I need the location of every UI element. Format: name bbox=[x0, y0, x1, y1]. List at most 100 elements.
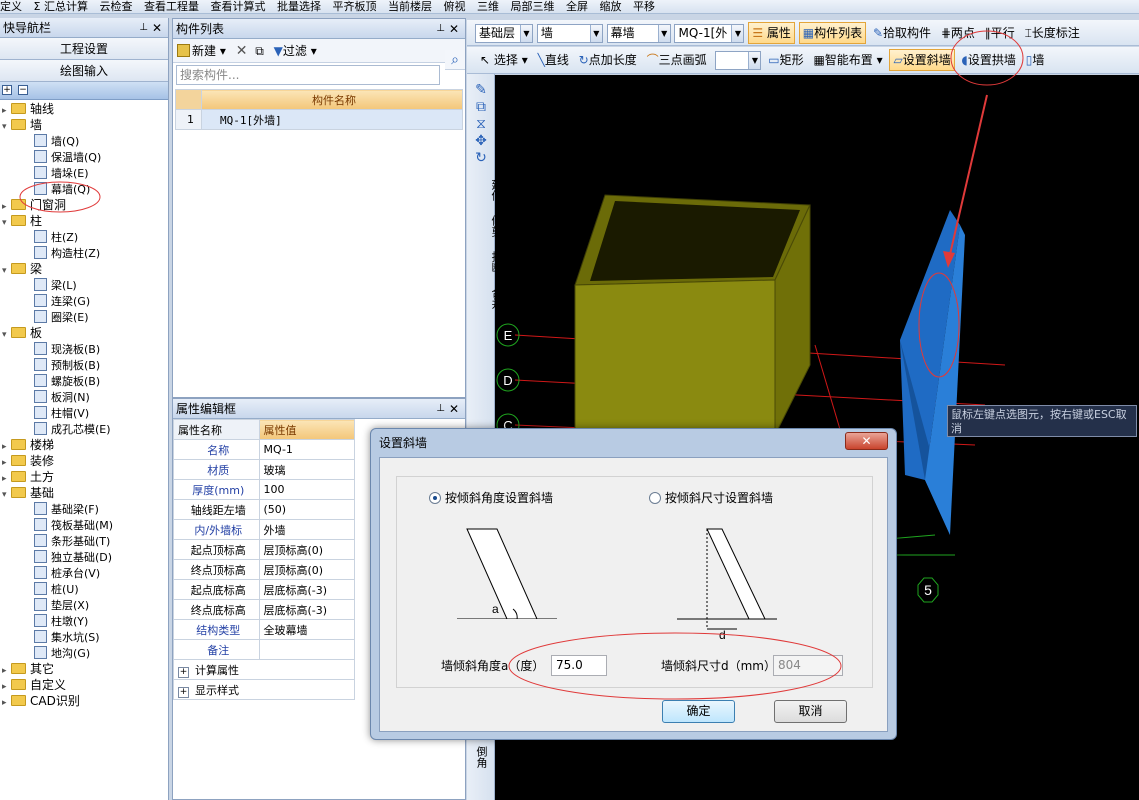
tree-folder[interactable]: ▾ 基础 bbox=[0, 485, 168, 501]
pin-icon[interactable]: ⊥ bbox=[139, 18, 148, 38]
tree-folder[interactable]: ▸ 其它 bbox=[0, 661, 168, 677]
pin-icon[interactable]: ⊥ bbox=[436, 399, 445, 419]
tree-folder[interactable]: ▸ 自定义 bbox=[0, 677, 168, 693]
option-angle[interactable]: 按倾斜角度设置斜墙 bbox=[429, 489, 553, 506]
option-size[interactable]: 按倾斜尺寸设置斜墙 bbox=[649, 489, 773, 506]
three-point-arc-button[interactable]: ⌒三点画弧 bbox=[644, 49, 710, 71]
rectangle-button[interactable]: ▭矩形 bbox=[765, 49, 806, 71]
search-icon[interactable]: ⌕ bbox=[445, 50, 465, 70]
local-3d-button[interactable]: 局部三维 bbox=[510, 1, 554, 13]
tree-item[interactable]: 集水坑(S) bbox=[0, 629, 168, 645]
subtype-select[interactable]: 幕墙 ▼ bbox=[606, 24, 671, 43]
tree-item[interactable]: 桩承台(V) bbox=[0, 565, 168, 581]
arc-mode-select[interactable]: ▼ bbox=[715, 51, 762, 70]
drawing-input-button[interactable]: 绘图输入 bbox=[0, 60, 168, 82]
property-value-cell[interactable]: 全玻幕墙 bbox=[258, 619, 355, 640]
tree-folder[interactable]: ▾ 板 bbox=[0, 325, 168, 341]
property-value-cell[interactable]: (50) bbox=[258, 499, 355, 520]
filter-button[interactable]: ▼过滤 ▾ bbox=[274, 44, 317, 58]
tree-folder[interactable]: ▾ 墙 bbox=[0, 117, 168, 133]
property-row[interactable]: 终点底标高 层底标高(-3) bbox=[173, 599, 355, 620]
line-button[interactable]: ╲直线 bbox=[535, 49, 572, 71]
type-select[interactable]: 墙 ▼ bbox=[536, 24, 603, 43]
tree-folder[interactable]: ▸ 土方 bbox=[0, 469, 168, 485]
pencil-icon[interactable]: ✎ bbox=[467, 83, 495, 97]
new-button[interactable]: 新建 ▾ bbox=[177, 44, 226, 58]
property-value-cell[interactable]: 层顶标高(0) bbox=[258, 559, 355, 580]
radio-size[interactable] bbox=[649, 492, 661, 504]
property-row[interactable]: 轴线距左墙 (50) bbox=[173, 499, 355, 520]
current-floor-button[interactable]: 当前楼层 bbox=[388, 1, 432, 13]
move-icon[interactable]: ✥ bbox=[467, 134, 495, 148]
tree-item[interactable]: 预制板(B) bbox=[0, 357, 168, 373]
project-settings-button[interactable]: 工程设置 bbox=[0, 38, 168, 60]
pan-button[interactable]: 平移 bbox=[633, 1, 655, 13]
wall-more-button[interactable]: ▯墙 bbox=[1023, 49, 1048, 71]
component-name-cell[interactable]: MQ-1[外墙] bbox=[201, 109, 463, 130]
property-value-cell[interactable]: 100 bbox=[258, 479, 355, 500]
set-arch-wall-button[interactable]: ◖设置拱墙 bbox=[959, 49, 1019, 71]
tree-item[interactable]: 圈梁(E) bbox=[0, 309, 168, 325]
tree-item[interactable]: 筏板基础(M) bbox=[0, 517, 168, 533]
two-point-button[interactable]: ⋕两点 bbox=[938, 22, 978, 44]
size-input[interactable]: 804 bbox=[773, 655, 843, 676]
summary-calc-button[interactable]: Σ 汇总计算 bbox=[34, 1, 88, 13]
property-value-cell[interactable]: 层底标高(-3) bbox=[258, 599, 355, 620]
align-slab-top-button[interactable]: 平齐板顶 bbox=[332, 1, 376, 13]
length-dim-button[interactable]: ⌶长度标注 bbox=[1022, 22, 1083, 44]
close-icon[interactable]: ✕ bbox=[449, 399, 459, 419]
tree-item[interactable]: 现浇板(B) bbox=[0, 341, 168, 357]
property-group-row[interactable]: + 显示样式 bbox=[173, 679, 355, 700]
view-quantity-button[interactable]: 查看工程量 bbox=[144, 1, 199, 13]
fullscreen-button[interactable]: 全屏 bbox=[566, 1, 588, 13]
property-row[interactable]: 名称 MQ-1 bbox=[173, 439, 355, 460]
batch-select-button[interactable]: 批量选择 bbox=[277, 1, 321, 13]
copy-icon[interactable]: ⧉ bbox=[255, 44, 264, 58]
property-row[interactable]: 起点底标高 层底标高(-3) bbox=[173, 579, 355, 600]
tree-folder[interactable]: ▾ 梁 bbox=[0, 261, 168, 277]
property-row[interactable]: 结构类型 全玻幕墙 bbox=[173, 619, 355, 640]
view-formula-button[interactable]: 查看计算式 bbox=[210, 1, 265, 13]
zoom-button[interactable]: 缩放 bbox=[599, 1, 621, 13]
tree-folder[interactable]: ▸ CAD识别 bbox=[0, 693, 168, 709]
property-value-cell[interactable]: MQ-1 bbox=[258, 439, 355, 460]
property-row[interactable]: 备注 bbox=[173, 639, 355, 660]
tree-item[interactable]: 幕墙(Q) bbox=[0, 181, 168, 197]
select-button[interactable]: ↖ 选择 ▾ bbox=[477, 49, 531, 71]
property-row[interactable]: 内/外墙标 外墙 bbox=[173, 519, 355, 540]
property-value-cell[interactable]: 层底标高(-3) bbox=[258, 579, 355, 600]
ok-button[interactable]: 确定 bbox=[662, 700, 735, 723]
floor-select[interactable]: 基础层 ▼ bbox=[475, 24, 533, 43]
tree-item[interactable]: 条形基础(T) bbox=[0, 533, 168, 549]
smart-layout-button[interactable]: ▦智能布置 ▾ bbox=[810, 49, 885, 71]
component-list-button[interactable]: ▦构件列表 bbox=[798, 22, 867, 44]
tree-item[interactable]: 螺旋板(B) bbox=[0, 373, 168, 389]
property-value-cell[interactable]: 外墙 bbox=[258, 519, 355, 540]
tree-item[interactable]: 保温墙(Q) bbox=[0, 149, 168, 165]
properties-button[interactable]: ☰ 属性 bbox=[748, 22, 795, 44]
property-row[interactable]: 起点顶标高 层顶标高(0) bbox=[173, 539, 355, 560]
close-icon[interactable]: ✕ bbox=[152, 18, 162, 38]
tree-item[interactable]: 连梁(G) bbox=[0, 293, 168, 309]
pick-component-button[interactable]: ✎拾取构件 bbox=[870, 22, 934, 44]
tree-item[interactable]: 垫层(X) bbox=[0, 597, 168, 613]
expand-icon[interactable]: + bbox=[178, 666, 189, 678]
mirror-icon[interactable]: ⧖ bbox=[467, 117, 495, 131]
tree-item[interactable]: 墙垛(E) bbox=[0, 165, 168, 181]
define-button[interactable]: 定义 bbox=[0, 1, 22, 13]
tree-item[interactable]: 独立基础(D) bbox=[0, 549, 168, 565]
tree-folder[interactable]: ▸ 门窗洞 bbox=[0, 197, 168, 213]
tree-folder[interactable]: ▸ 楼梯 bbox=[0, 437, 168, 453]
3d-view-button[interactable]: 三维 bbox=[477, 1, 499, 13]
property-group-row[interactable]: + 计算属性 bbox=[173, 659, 355, 680]
property-value-cell[interactable]: 层顶标高(0) bbox=[258, 539, 355, 560]
angle-input[interactable]: 75.0 bbox=[551, 655, 607, 676]
property-value-cell[interactable] bbox=[258, 639, 355, 660]
expand-icon[interactable]: + bbox=[178, 686, 189, 698]
table-row[interactable]: 1 MQ-1[外墙] bbox=[175, 109, 463, 130]
close-icon[interactable]: ✕ bbox=[845, 432, 888, 450]
rotate-icon[interactable]: ↻ bbox=[467, 151, 495, 165]
cloud-check-button[interactable]: 云检查 bbox=[99, 1, 132, 13]
expand-icon[interactable]: ▸ bbox=[2, 695, 11, 711]
set-slant-wall-button[interactable]: ▱设置斜墙 bbox=[889, 49, 955, 71]
